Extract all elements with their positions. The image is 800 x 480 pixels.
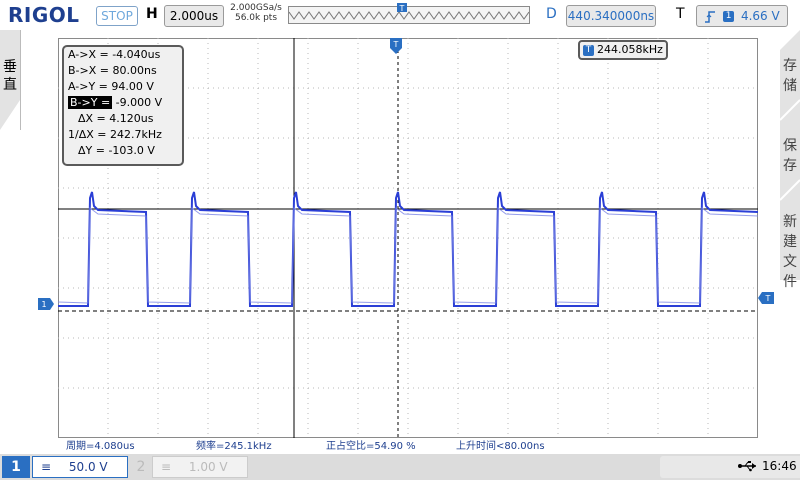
channel1-settings[interactable]: ≡ 50.0 V <box>32 456 128 478</box>
cursor-by-row: B->Y = -9.000 V <box>64 95 182 111</box>
cursor-ax: A->X = -4.040us <box>68 48 161 61</box>
svg-text:1: 1 <box>41 300 46 309</box>
trigger-position-marker-icon: T <box>397 3 407 13</box>
svg-text:T: T <box>765 294 771 303</box>
cursor-dy: ΔY = -103.0 V <box>78 144 155 157</box>
vertical-tab-label: 垂直 <box>3 59 17 93</box>
tab-fold-icon <box>0 100 20 130</box>
trigger-source: 1 <box>723 11 735 22</box>
memory-waveform-icon <box>289 11 529 20</box>
sample-rate: 2.000GSa/s <box>230 3 282 13</box>
cursor-ay: A->Y = 94.00 V <box>68 80 154 93</box>
cursor-bx: B->X = 80.00ns <box>68 64 157 77</box>
rising-edge-icon <box>705 10 716 23</box>
horizontal-label: H <box>146 6 158 22</box>
trigger-level-marker-icon[interactable]: T <box>758 292 774 304</box>
measure-period: 周期=4.080us <box>66 441 135 452</box>
memory-position-bar[interactable] <box>288 6 530 24</box>
memory-depth: 56.0k pts <box>234 13 278 23</box>
brand-logo: RIGOL <box>8 3 80 27</box>
channel2-scale: 1.00 V <box>188 460 228 474</box>
dc-coupling-icon: ≡ <box>41 460 52 474</box>
channel1-scale: 50.0 V <box>68 460 108 474</box>
trigger-level: 4.66 V <box>740 9 780 23</box>
measure-duty: 正占空比=54.90 % <box>326 441 416 452</box>
measure-rise-time: 上升时间<80.00ns <box>456 441 545 452</box>
channel2-settings[interactable]: ≡ 1.00 V <box>152 456 248 478</box>
sample-info: 2.000GSa/s 56.0k pts <box>230 3 282 23</box>
delay-value[interactable]: 440.340000ns <box>566 5 656 27</box>
dc-coupling-icon: ≡ <box>161 460 172 474</box>
run-stop-indicator[interactable]: STOP <box>96 6 138 26</box>
trigger-frequency-counter: T 244.058kHz <box>578 40 668 60</box>
trigger-badge: T <box>583 44 594 56</box>
usb-icon <box>738 461 756 472</box>
cursor-by-value: -9.000 V <box>112 96 163 109</box>
clock: 16:46 <box>762 459 797 473</box>
cursor-dx: ΔX = 4.120us <box>78 112 154 125</box>
channel2-button[interactable]: 2 <box>130 456 152 478</box>
trigger-position-top-icon: T <box>390 38 402 54</box>
cursor-by-label: B->Y = <box>68 96 113 109</box>
delay-label: D <box>546 6 557 22</box>
channel1-ground-marker-icon[interactable]: 1 <box>38 298 54 310</box>
trigger-label: T <box>676 6 685 22</box>
softkey-new-file[interactable]: 新建文件 <box>782 212 798 292</box>
channel1-button[interactable]: 1 <box>2 456 30 478</box>
trigger-frequency-value: 244.058kHz <box>597 43 663 56</box>
trigger-settings[interactable]: 1 4.66 V <box>696 5 788 27</box>
measure-frequency: 频率=245.1kHz <box>196 441 272 452</box>
svg-text:T: T <box>393 40 399 49</box>
cursor-inv-dx: 1/ΔX = 242.7kHz <box>68 128 162 141</box>
timebase-value[interactable]: 2.000us <box>164 5 224 27</box>
svg-text:T: T <box>399 4 405 13</box>
softkey-storage[interactable]: 存储 <box>782 56 798 96</box>
softkey-save[interactable]: 保存 <box>782 136 798 176</box>
cursor-readout: A->X = -4.040us B->X = 80.00ns A->Y = 94… <box>62 45 184 166</box>
